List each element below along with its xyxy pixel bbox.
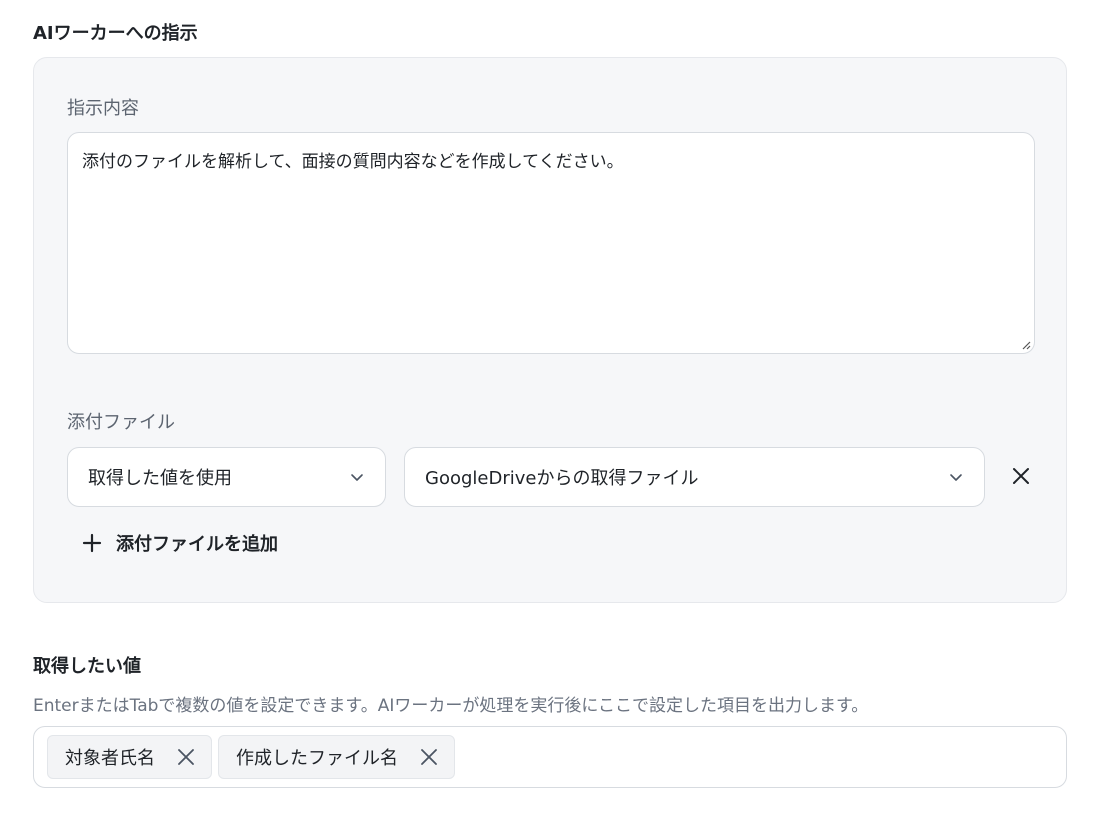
- values-section-title: 取得したい値: [33, 656, 141, 677]
- value-tag-label: 対象者氏名: [65, 748, 155, 769]
- value-tag: 対象者氏名: [47, 735, 212, 779]
- values-tag-input[interactable]: 対象者氏名 作成したファイル名: [33, 726, 1067, 788]
- close-icon: [1013, 468, 1029, 484]
- value-tag-label: 作成したファイル名: [236, 748, 398, 769]
- plus-icon: [82, 533, 102, 553]
- attachment-source-value: 取得した値を使用: [88, 468, 232, 489]
- close-icon: [178, 749, 194, 765]
- chevron-down-icon: [950, 474, 962, 481]
- chevron-down-icon: [351, 474, 363, 481]
- remove-attachment-button[interactable]: [1008, 463, 1034, 489]
- remove-tag-button[interactable]: [420, 748, 438, 766]
- add-attachment-label: 添付ファイルを追加: [116, 534, 278, 555]
- remove-tag-button[interactable]: [177, 748, 195, 766]
- instruction-panel: 指示内容 添付のファイルを解析して、面接の質問内容などを作成してください。 添付…: [33, 57, 1067, 603]
- add-attachment-button[interactable]: 添付ファイルを追加: [82, 530, 278, 556]
- instruction-content-textarea[interactable]: 添付のファイルを解析して、面接の質問内容などを作成してください。: [67, 132, 1035, 354]
- instruction-content-label: 指示内容: [67, 98, 139, 119]
- attachment-source-select[interactable]: 取得した値を使用: [67, 447, 386, 507]
- attachment-file-value: GoogleDriveからの取得ファイル: [425, 468, 699, 489]
- instruction-section-title: AIワーカーへの指示: [33, 23, 198, 44]
- values-help-text: EnterまたはTabで複数の値を設定できます。AIワーカーが処理を実行後にここ…: [33, 696, 869, 716]
- resize-grip-icon[interactable]: [1021, 340, 1031, 350]
- value-tag: 作成したファイル名: [218, 735, 455, 779]
- attachment-file-select[interactable]: GoogleDriveからの取得ファイル: [404, 447, 985, 507]
- instruction-content-text: 添付のファイルを解析して、面接の質問内容などを作成してください。: [82, 152, 624, 172]
- close-icon: [421, 749, 437, 765]
- attachment-label: 添付ファイル: [67, 412, 175, 433]
